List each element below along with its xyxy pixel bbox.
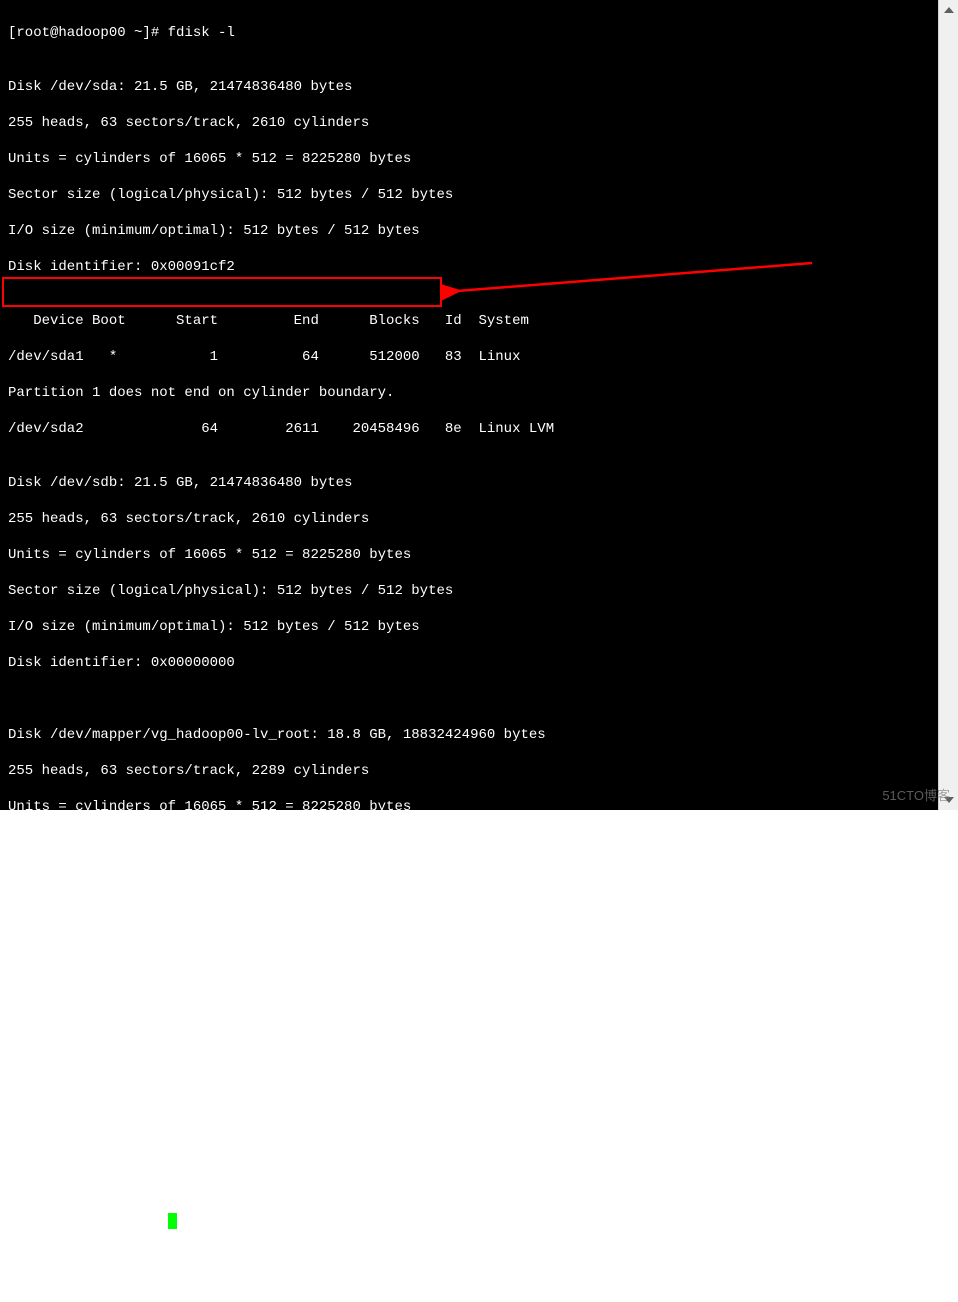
scroll-up-button[interactable] — [939, 0, 958, 20]
prompt-line: [root@hadoop00 ~]# fdisk -l — [8, 24, 930, 42]
partition-table-header: Device Boot Start End Blocks Id System — [8, 312, 930, 330]
output-line: 255 heads, 63 sectors/track, 257 cylinde… — [8, 1014, 930, 1032]
output-line: I/O size (minimum/optimal): 512 bytes / … — [8, 870, 930, 888]
output-line: Sector size (logical/physical): 512 byte… — [8, 1086, 930, 1104]
output-line: I/O size (minimum/optimal): 512 bytes / … — [8, 618, 930, 636]
shell-prompt: [root@hadoop00 ~]# — [8, 25, 168, 41]
annotation-highlight-box — [2, 277, 442, 307]
output-line: Disk identifier: 0x00000000 — [8, 906, 930, 924]
output-line: Units = cylinders of 16065 * 512 = 82252… — [8, 1050, 930, 1068]
output-line: I/O size (minimum/optimal): 512 bytes / … — [8, 222, 930, 240]
output-line: Sector size (logical/physical): 512 byte… — [8, 582, 930, 600]
output-line: Sector size (logical/physical): 512 byte… — [8, 186, 930, 204]
output-line: Sector size (logical/physical): 512 byte… — [8, 834, 930, 852]
terminal-window[interactable]: [root@hadoop00 ~]# fdisk -l Disk /dev/sd… — [0, 0, 938, 810]
scroll-track[interactable] — [939, 20, 958, 790]
output-line: Units = cylinders of 16065 * 512 = 82252… — [8, 798, 930, 816]
command-text: fdisk -l — [168, 25, 235, 41]
output-line: Disk /dev/mapper/vg_hadoop00-lv_root: 18… — [8, 726, 930, 744]
output-line: I/O size (minimum/optimal): 512 bytes / … — [8, 1122, 930, 1140]
output-line: Disk identifier: 0x00091cf2 — [8, 258, 930, 276]
partition-row: /dev/sda2 64 2611 20458496 8e Linux LVM — [8, 420, 930, 438]
output-line: Units = cylinders of 16065 * 512 = 82252… — [8, 546, 930, 564]
watermark-text: 51CTO博客 — [882, 785, 950, 804]
partition-row: /dev/sda1 * 1 64 512000 83 Linux — [8, 348, 930, 366]
output-line: 255 heads, 63 sectors/track, 2610 cylind… — [8, 114, 930, 132]
output-line: 255 heads, 63 sectors/track, 2289 cylind… — [8, 762, 930, 780]
output-line-highlighted: Disk /dev/sdb: 21.5 GB, 21474836480 byte… — [8, 474, 930, 492]
output-line: Disk /dev/sda: 21.5 GB, 21474836480 byte… — [8, 78, 930, 96]
output-line: Disk /dev/mapper/vg_hadoop00-lv_swap: 21… — [8, 978, 930, 996]
output-line: Units = cylinders of 16065 * 512 = 82252… — [8, 150, 930, 168]
shell-prompt: [root@hadoop00 ~]# — [8, 1213, 168, 1229]
output-line: Disk identifier: 0x00000000 — [8, 654, 930, 672]
vertical-scrollbar[interactable] — [938, 0, 958, 810]
terminal-cursor — [168, 1213, 177, 1229]
prompt-line: [root@hadoop00 ~]# — [8, 1212, 930, 1230]
partition-warning: Partition 1 does not end on cylinder bou… — [8, 384, 930, 402]
output-line: 255 heads, 63 sectors/track, 2610 cylind… — [8, 510, 930, 528]
output-line: Disk identifier: 0x00000000 — [8, 1158, 930, 1176]
